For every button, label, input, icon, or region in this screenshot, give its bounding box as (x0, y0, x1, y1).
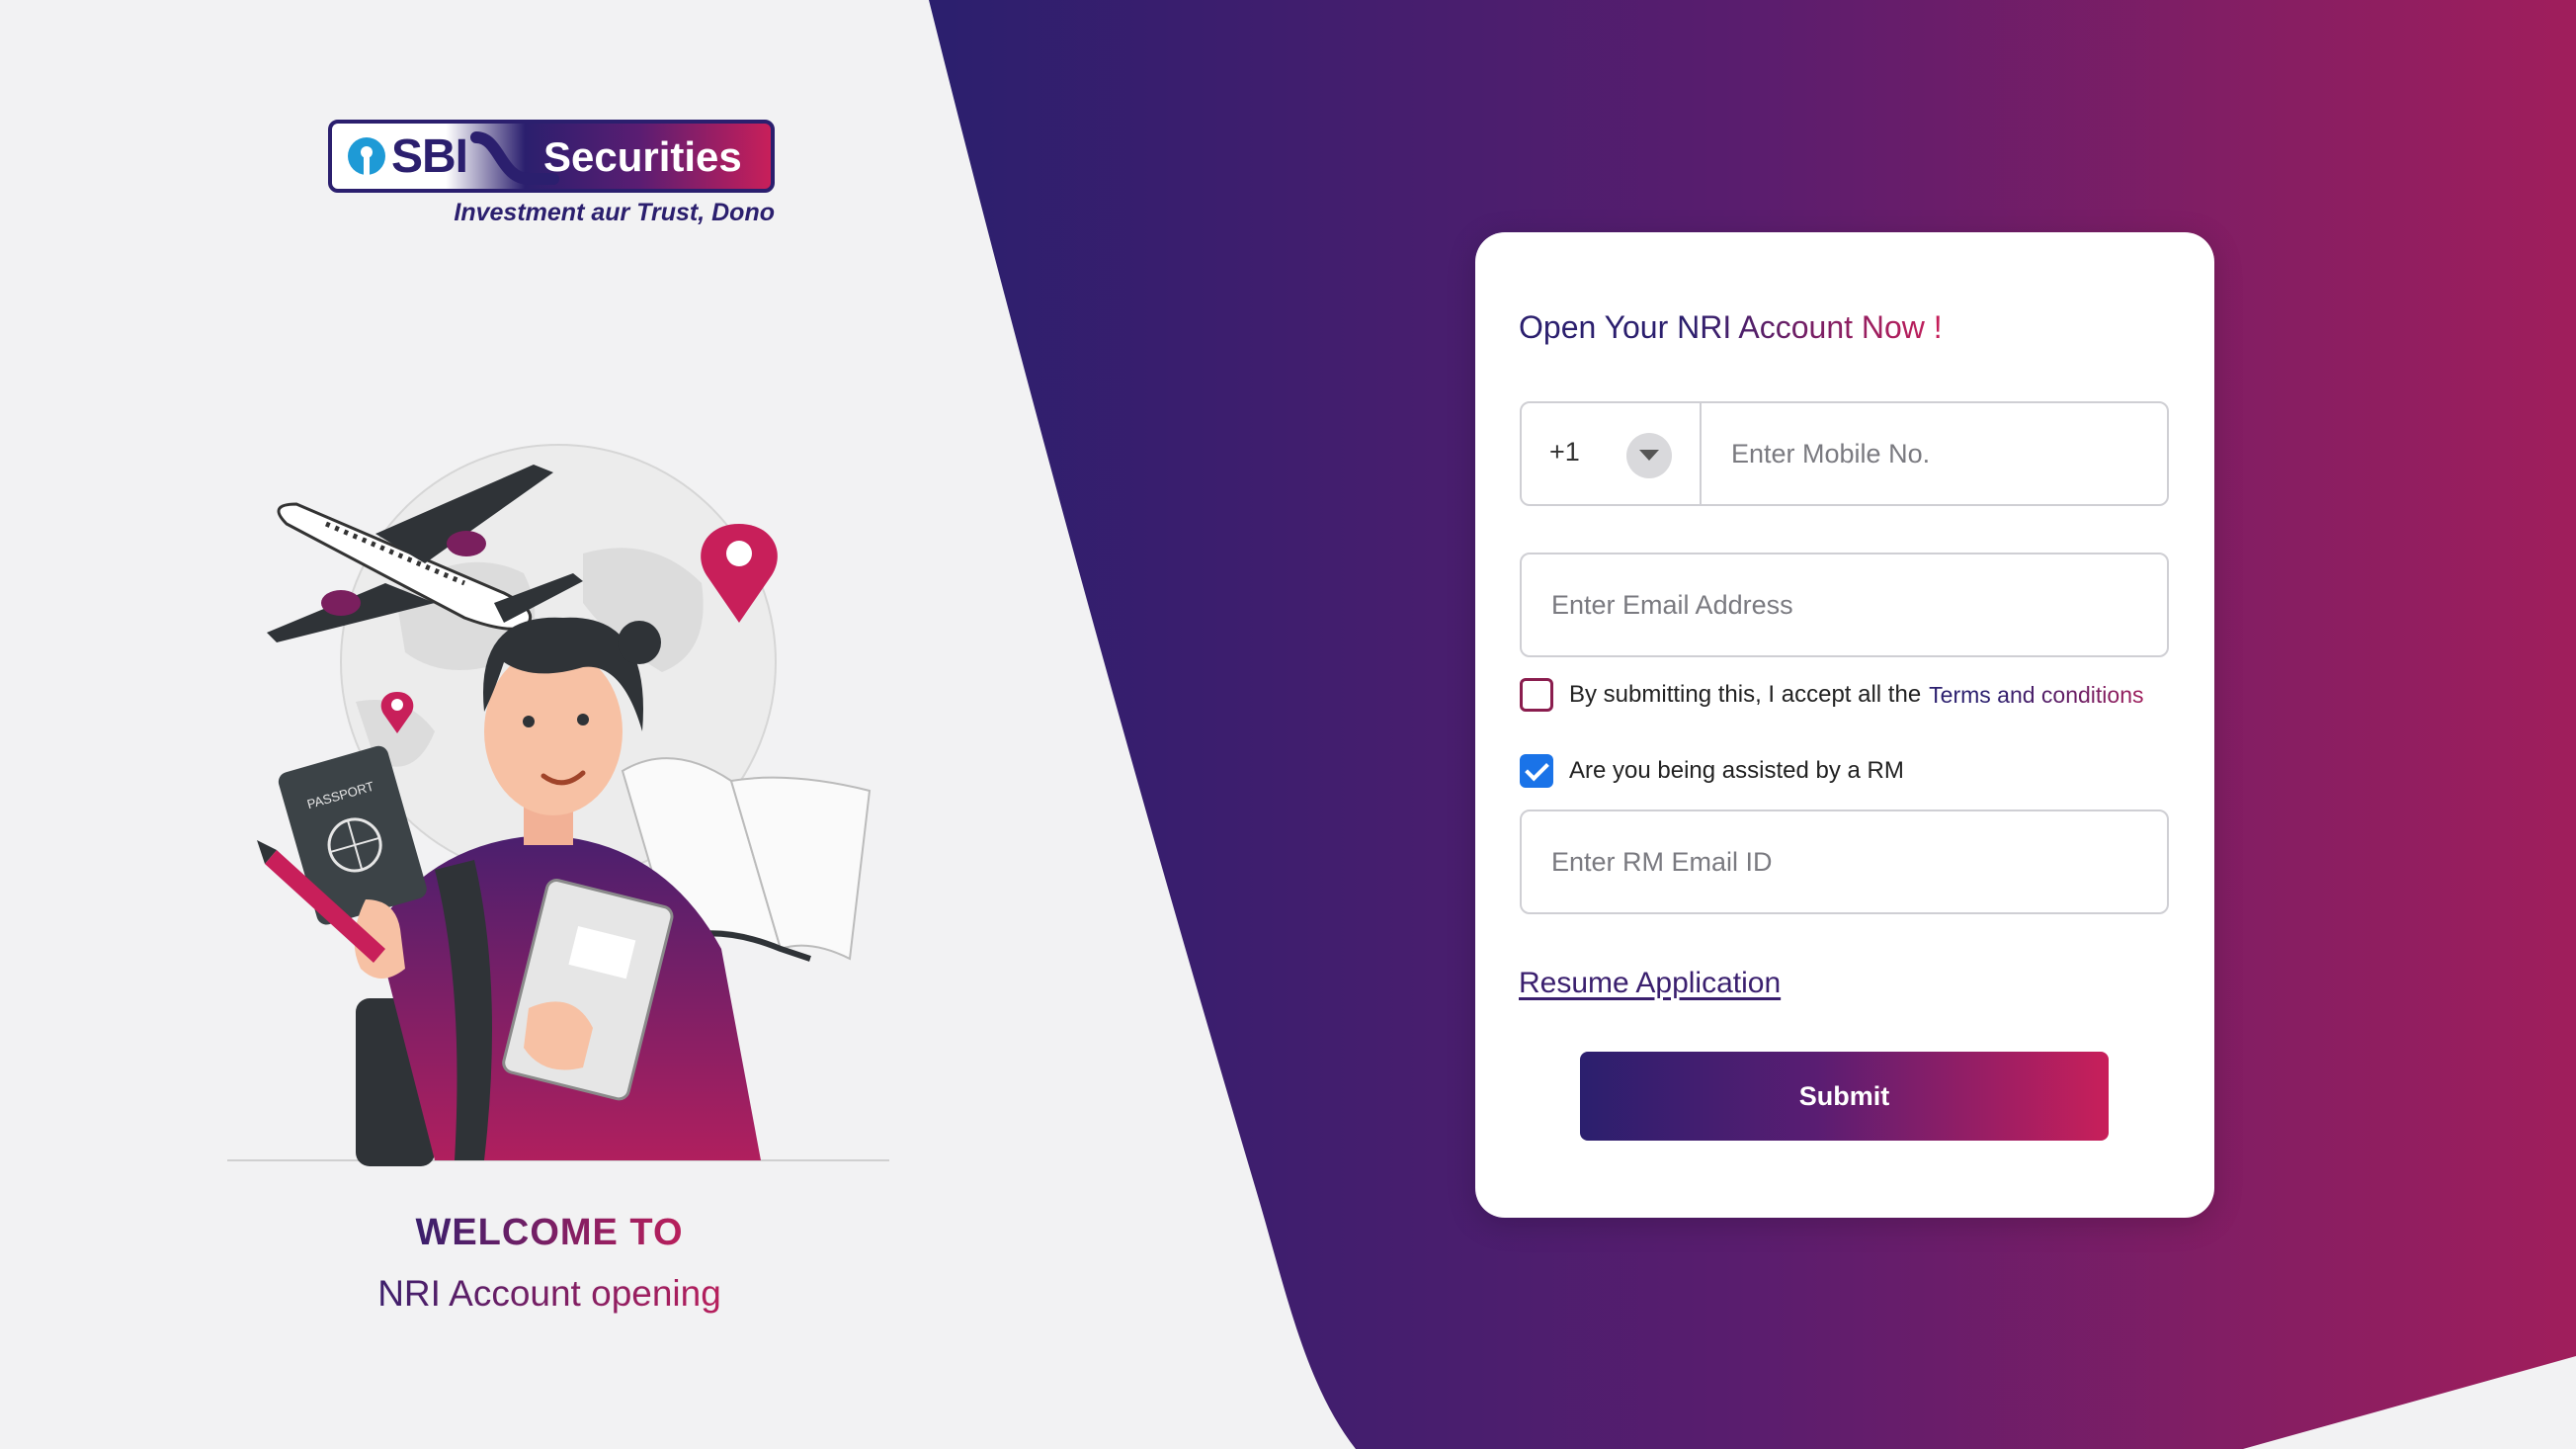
travel-illustration: PASSPORT (227, 444, 889, 1166)
rm-text: Are you being assisted by a RM (1569, 757, 1904, 784)
sbi-securities-logo: SBI Securities Investment aur Trust, Don… (328, 120, 775, 228)
rm-row: Are you being assisted by a RM (1520, 754, 1904, 788)
logo-securities-text: Securities (543, 133, 742, 180)
mobile-input-wrapper (1702, 403, 2167, 504)
country-code-select[interactable]: +1 (1522, 403, 1702, 504)
logo-tagline: Investment aur Trust, Dono (454, 199, 775, 226)
logo-sbi-text: SBI (391, 130, 468, 183)
sbi-keyhole-icon (348, 137, 385, 177)
email-field (1520, 553, 2169, 657)
terms-text: By submitting this, I accept all the (1569, 681, 1922, 708)
rm-email-field (1520, 810, 2169, 914)
mobile-input[interactable] (1702, 403, 2167, 504)
rm-email-input[interactable] (1522, 811, 2167, 912)
welcome-title: WELCOME TO (0, 1212, 1099, 1254)
country-code-value: +1 (1549, 437, 1580, 467)
terms-row: By submitting this, I accept all the Ter… (1520, 678, 2144, 712)
account-form-card: Open Your NRI Account Now ! +1 By submit… (1475, 232, 2214, 1218)
chevron-down-icon[interactable] (1626, 433, 1672, 478)
form-title: Open Your NRI Account Now ! (1519, 309, 1943, 345)
terms-checkbox[interactable] (1520, 678, 1553, 712)
logo-badge: SBI Securities (328, 120, 775, 193)
mobile-field: +1 (1520, 401, 2169, 506)
submit-button[interactable]: Submit (1580, 1052, 2109, 1141)
welcome-subtitle: NRI Account opening (0, 1273, 1099, 1315)
email-input[interactable] (1522, 554, 2167, 655)
terms-link[interactable]: Terms and conditions (1929, 682, 2143, 709)
resume-application-link[interactable]: Resume Application (1519, 967, 1781, 1000)
rm-checkbox[interactable] (1520, 754, 1553, 788)
